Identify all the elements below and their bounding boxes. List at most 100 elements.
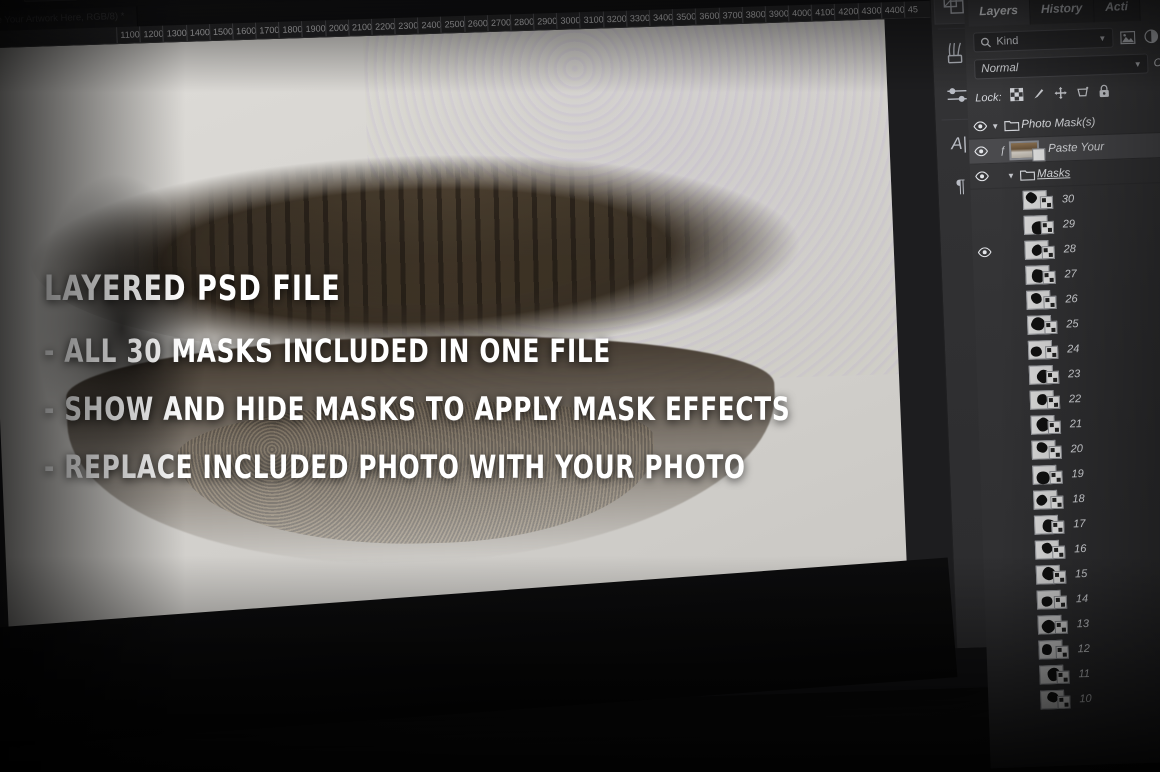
ruler-tick: 4200 [834,3,859,21]
tab-acti[interactable]: Acti [1093,0,1141,23]
folder-icon [1001,119,1021,132]
mask-layer-name: 10 [1079,692,1092,705]
lock-image-pixels-icon[interactable] [1032,87,1046,105]
ruler-tick: 1200 [139,25,164,44]
mask-layer-name: 16 [1073,542,1087,555]
mask-layer-name: 21 [1069,417,1083,430]
mask-layer-name: 13 [1076,617,1090,630]
artboard[interactable] [0,19,910,660]
mask-thumbnail[interactable] [1033,489,1064,510]
smart-object-badge-icon [1032,148,1046,162]
ruler-tick: 3800 [741,6,767,24]
mask-thumbnail[interactable] [1023,215,1055,236]
chevron-down-icon[interactable]: ▼ [1005,171,1017,180]
mask-indent [1002,500,1033,501]
mask-indent [1005,575,1036,576]
lock-position-icon[interactable] [1054,86,1068,104]
mask-thumbnail[interactable] [1036,589,1068,610]
lock-transparent-pixels-icon[interactable] [1009,86,1025,105]
mask-layer-name: 30 [1061,192,1075,206]
mask-indent [999,400,1030,401]
lock-artboard-icon[interactable] [1076,85,1090,103]
mask-thumbnail[interactable] [1032,464,1063,486]
mask-layer-name: 28 [1063,242,1077,256]
blend-mode-select[interactable]: Normal ▼ [973,53,1149,80]
mask-layer-name: 17 [1073,517,1086,530]
mask-indent [996,325,1027,326]
blend-mode-value: Normal [981,61,1019,76]
mask-thumbnail[interactable] [1037,614,1069,636]
chevron-down-icon[interactable]: ▼ [989,121,1001,130]
ruler-tick: 45 [903,1,919,19]
mask-thumbnail[interactable] [1026,314,1058,335]
ruler-tick: 3700 [718,6,743,25]
ruler-tick: 2100 [347,18,373,37]
adjustment-filter-icon[interactable] [1142,29,1160,45]
layer-name: Paste Your [1047,141,1105,155]
mask-layer-name: 18 [1072,492,1085,505]
ruler-tick: 1900 [301,20,327,39]
mask-thumbnail[interactable] [1040,689,1071,710]
ruler-tick: 4100 [810,3,836,22]
ruler-tick: 1300 [162,24,188,43]
layer-visibility-eye-icon[interactable] [975,246,994,257]
mask-thumbnail[interactable] [1029,389,1061,410]
mask-thumbnail[interactable] [1030,414,1062,435]
tab-layers[interactable]: Layers [967,0,1031,27]
tab-history[interactable]: History [1029,0,1095,25]
ruler-tick: 3400 [648,9,674,27]
screenshot-root: Feather: 0 px Anti-alias Style: Normal ▼… [0,0,1160,772]
mask-indent [1000,425,1031,426]
mask-indent [1009,675,1040,676]
mask-thumbnail[interactable] [1028,364,1060,386]
search-icon [980,37,991,47]
ruler-tick: 1400 [185,24,211,42]
artwork-photo-mask[interactable] [9,65,812,574]
mask-indent [1003,525,1034,526]
ruler-tick: 1600 [231,22,257,41]
layer-visibility-eye-icon[interactable] [970,121,989,132]
layer-visibility-eye-icon[interactable] [972,171,991,182]
mask-thumbnail[interactable] [1022,190,1054,210]
mask-layer-name: 25 [1066,317,1079,330]
mask-thumbnail[interactable] [1025,265,1056,285]
ruler-tick: 2600 [463,15,489,33]
artwork-shadow-left [9,134,287,519]
ruler-tick: 1100 [116,26,141,45]
filter-kind-select[interactable]: Kind ▼ [973,27,1114,53]
ruler-tick: 2000 [324,19,350,38]
mask-indent [1008,650,1039,651]
ruler-tick: 3500 [671,8,697,27]
folder-icon [1017,168,1037,181]
feather-input[interactable]: 0 px [23,0,79,2]
mask-indent [995,275,1026,276]
mask-thumbnail[interactable] [1033,514,1065,535]
mask-thumbnail[interactable] [1027,339,1059,360]
ruler-tick: 2800 [509,13,535,32]
mask-thumbnail[interactable] [1031,439,1062,460]
image-filter-icon[interactable] [1119,29,1137,45]
mask-thumbnail[interactable] [1039,664,1070,685]
layer-list[interactable]: ▼ Photo Mask(s) ƒ Paste Your ▼ Masks 30 29 28 27 2… [967,107,1160,715]
smart-object-fx-icon: ƒ [999,144,1006,157]
mask-layer-name: 12 [1077,642,1091,655]
layer-name: Photo Mask(s) [1021,116,1096,131]
ruler-tick: 1700 [255,21,280,40]
layer-visibility-eye-icon[interactable] [971,146,990,157]
ruler-tick: 2300 [393,17,419,36]
mask-layer-name: 29 [1062,217,1076,231]
chevron-down-icon: ▼ [1098,33,1107,43]
ruler-tick: 2900 [532,12,558,31]
mask-thumbnail[interactable] [1034,539,1066,560]
mask-layer-name: 27 [1064,267,1077,280]
ruler-tick: 2700 [486,14,512,33]
mask-indent [1009,700,1040,701]
mask-layer-name: 24 [1066,342,1080,355]
mask-layer-name: 14 [1075,592,1089,605]
lock-all-icon[interactable] [1098,84,1111,103]
mask-thumbnail[interactable] [1035,564,1067,585]
mask-thumbnail[interactable] [1026,290,1057,310]
mask-thumbnail[interactable] [1038,639,1069,660]
mask-thumbnail[interactable] [1024,240,1055,260]
mask-indent [997,350,1028,351]
